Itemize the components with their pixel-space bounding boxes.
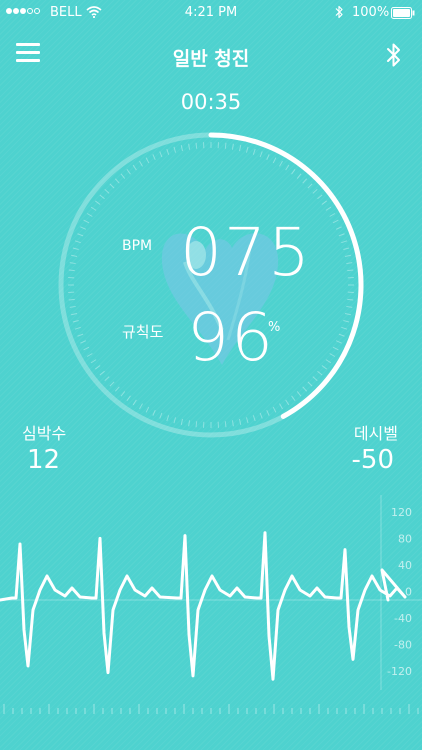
regularity-unit: % [268, 320, 281, 335]
ecg-axis-tick-label: -120 [387, 665, 412, 678]
ecg-waveform-panel: 12080400-40-80-120 [0, 495, 422, 714]
ecg-axis-tick-label: -80 [394, 639, 412, 652]
ecg-axis-tick-label: 80 [398, 533, 412, 546]
ecg-time-ruler [3, 704, 419, 714]
ecg-axis-tick-label: -40 [394, 612, 412, 625]
decibel-value: -50 [351, 445, 394, 475]
heart-rate-value: 12 [27, 445, 61, 475]
decibel-label: 데시벨 [353, 424, 398, 443]
regularity-label: 규칙도 [122, 323, 164, 341]
bpm-label: BPM [122, 238, 153, 254]
ecg-trace [0, 531, 407, 681]
ecg-axis-tick-label: 40 [398, 559, 412, 572]
heart-rate-label: 심박수 [22, 424, 67, 443]
regularity-value: 96 [187, 299, 275, 376]
bpm-value: 075 [180, 214, 312, 291]
ecg-axis-tick-label: 120 [391, 506, 412, 519]
